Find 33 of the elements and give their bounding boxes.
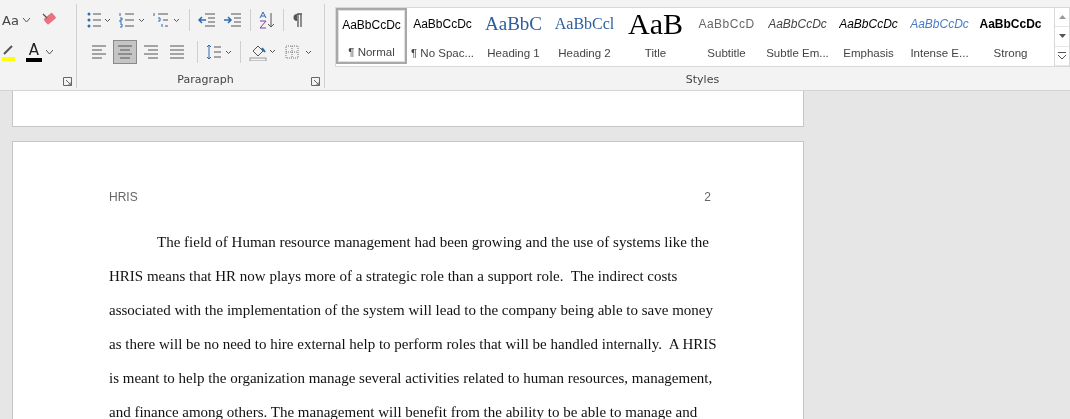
- group-label: Paragraph: [177, 72, 234, 86]
- decrease-indent-icon[interactable]: [198, 13, 216, 27]
- style-item[interactable]: AaBbCcDc ¶ Normal: [336, 8, 407, 64]
- font-color-button[interactable]: A: [26, 42, 53, 62]
- multilevel-list-icon[interactable]: [153, 12, 181, 28]
- align-right-icon: [143, 44, 159, 60]
- align-left-icon: [91, 44, 107, 60]
- change-case-button[interactable]: Aa: [2, 12, 30, 28]
- highlighter-icon[interactable]: [2, 42, 16, 62]
- text-line: associated with the implementation of the system will lead to the company being able to save money: [109, 301, 714, 320]
- page-header: HRIS: [109, 190, 138, 204]
- align-center-icon: [117, 44, 133, 60]
- more-icon: [1058, 52, 1066, 60]
- text-line: as there will be no need to hire external help to perform roles that will be handled internally. A HRIS: [109, 335, 718, 354]
- down-arrow-icon: [1058, 34, 1066, 39]
- line-spacing-icon[interactable]: [206, 44, 232, 60]
- up-arrow-icon: [1058, 15, 1066, 20]
- sort-icon[interactable]: [259, 11, 275, 29]
- bullet-list-icon[interactable]: [87, 12, 111, 28]
- page-number: 2: [704, 190, 711, 204]
- numbered-list-icon[interactable]: [119, 12, 145, 28]
- text-line: is meant to help the organization manage several activities related to human resources, management,: [109, 369, 714, 388]
- caret-icon: [46, 50, 53, 54]
- text-line: HRIS means that HR now plays more of a strategic role than a support role. The indirect costs: [109, 267, 679, 286]
- shading-icon[interactable]: [249, 43, 277, 61]
- text-line: The field of Human resource management had been growing and the use of systems like the: [156, 233, 710, 252]
- increase-indent-icon[interactable]: [224, 13, 242, 27]
- caret-icon: [22, 18, 30, 22]
- dialog-launcher-icon[interactable]: [63, 77, 72, 86]
- group-label: Styles: [685, 72, 720, 86]
- align-justify-icon: [169, 44, 185, 60]
- pilcrow-icon[interactable]: [292, 13, 303, 27]
- dialog-launcher-icon[interactable]: [311, 77, 320, 86]
